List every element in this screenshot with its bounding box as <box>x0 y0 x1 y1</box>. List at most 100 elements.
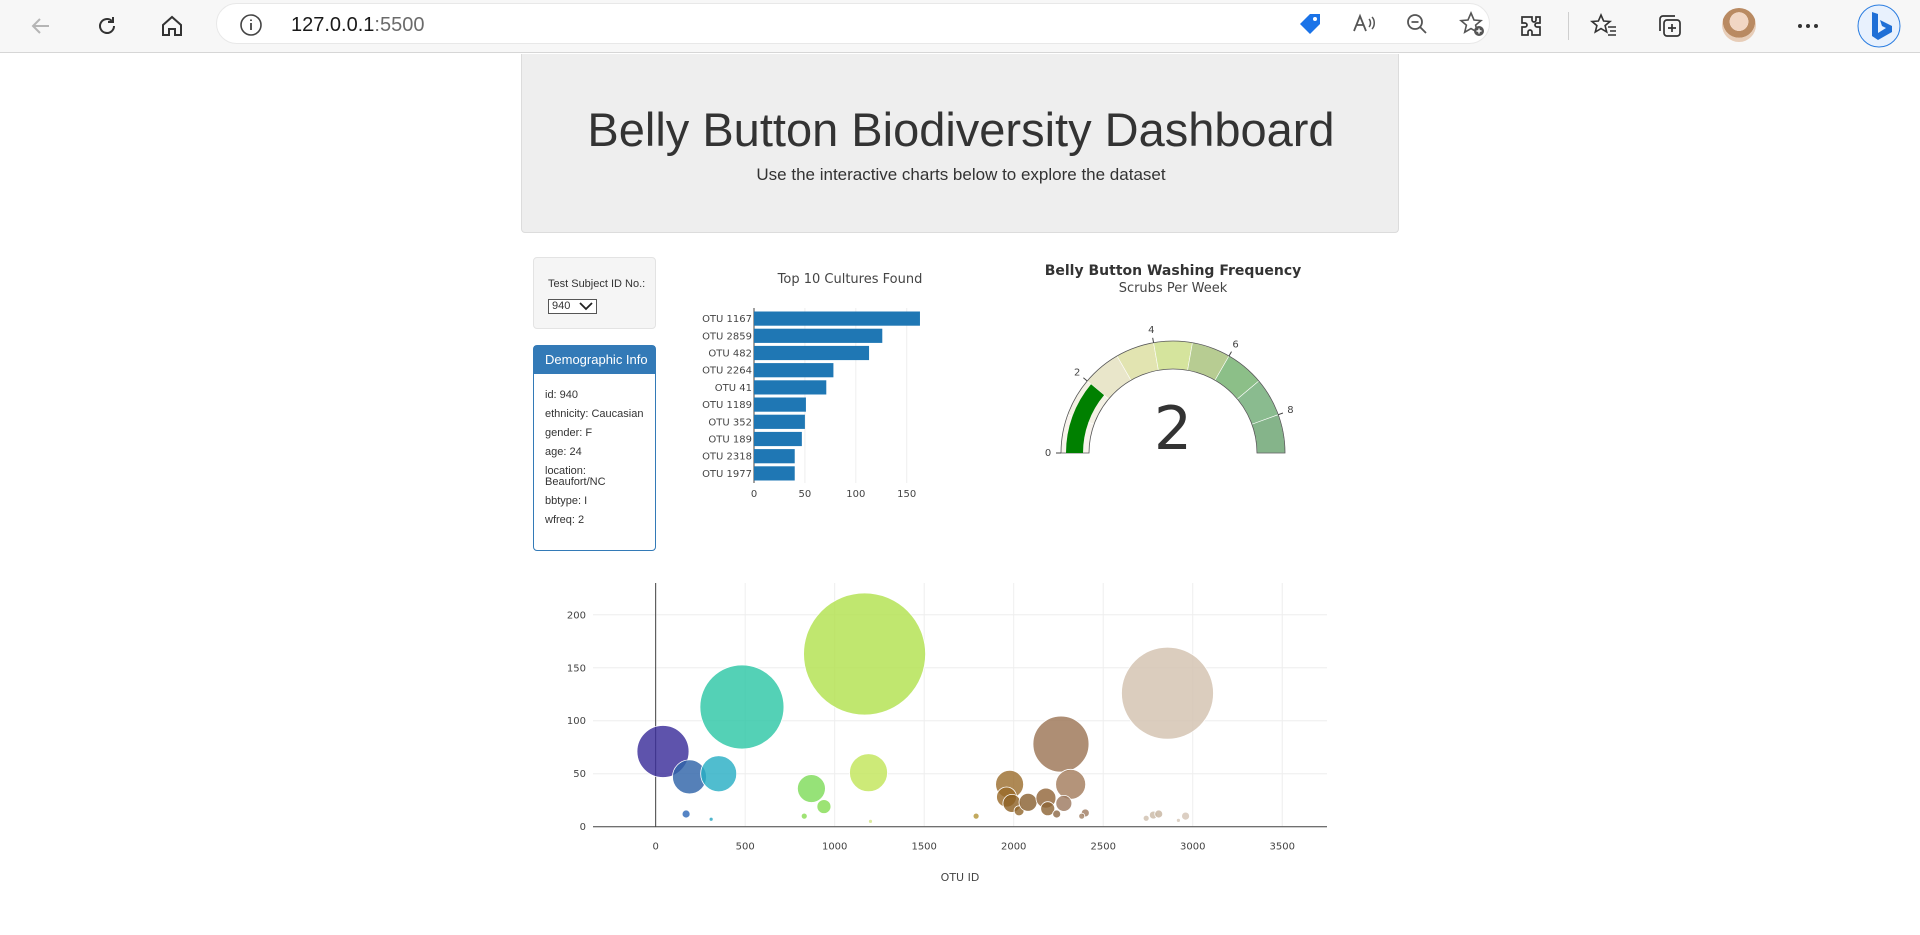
bar-category-label: OTU 2264 <box>702 366 752 377</box>
gauge-tick <box>1278 412 1284 416</box>
gauge-band <box>1153 340 1193 371</box>
back-button[interactable] <box>22 7 60 45</box>
bubble-y-tick-label: 100 <box>567 716 586 727</box>
bubble-y-tick-label: 200 <box>567 610 586 621</box>
bubble-x-tick-label: 2000 <box>1001 842 1026 853</box>
bubble <box>1032 715 1090 773</box>
address-bar[interactable]: 127.0.0.1:5500 <box>216 3 1490 44</box>
browser-toolbar: 127.0.0.1:5500 <box>0 0 1920 53</box>
collections-button[interactable] <box>1651 7 1689 45</box>
zoom-out-button[interactable] <box>1398 5 1436 43</box>
favorites-icon <box>1590 12 1616 36</box>
gauge-tick <box>1083 377 1088 382</box>
bar-chart-title: Top 10 Cultures Found <box>777 272 923 287</box>
bar <box>754 345 870 361</box>
demographic-panel: Demographic Info id: 940 ethnicity: Cauc… <box>533 345 656 551</box>
bubble <box>1055 768 1087 800</box>
bar-category-label: OTU 189 <box>708 435 752 446</box>
demo-ethnicity: ethnicity: Caucasian <box>545 408 644 420</box>
gauge-tick <box>1228 351 1232 357</box>
bubble-x-tick-label: 1000 <box>822 842 847 853</box>
subject-id-label: Test Subject ID No.: <box>548 278 646 290</box>
extensions-button[interactable] <box>1512 7 1550 45</box>
more-button[interactable] <box>1789 7 1827 45</box>
gauge-chart[interactable]: Belly Button Washing Frequency Scrubs Per… <box>1030 255 1320 470</box>
bing-button[interactable] <box>1855 2 1903 50</box>
bar-category-label: OTU 2318 <box>702 452 752 463</box>
demographic-title: Demographic Info <box>534 346 655 374</box>
subject-id-value: 940 <box>552 300 571 312</box>
bubble <box>849 753 888 793</box>
add-favorite-icon <box>1459 10 1484 36</box>
bubble-y-tick-label: 150 <box>567 663 586 674</box>
bubble <box>699 664 785 750</box>
zoom-out-icon <box>1407 14 1427 34</box>
tag-button[interactable] <box>1291 5 1329 43</box>
bubble-x-axis-label: OTU ID <box>941 871 980 884</box>
bar <box>754 380 827 395</box>
bubble <box>708 816 714 822</box>
bar-category-label: OTU 1189 <box>702 400 752 411</box>
bar-category-label: OTU 41 <box>715 383 752 394</box>
bubble <box>1121 646 1214 740</box>
bubble-x-tick-label: 500 <box>736 842 755 853</box>
bar <box>754 311 920 326</box>
gauge-tick-label: 8 <box>1287 405 1293 416</box>
bar-chart[interactable]: Top 10 Cultures Found 0 50 100 150 OTU 1167 OT… <box>690 258 980 508</box>
bar <box>754 466 795 481</box>
bubble-x-tick-label: 1500 <box>911 842 936 853</box>
favorites-button[interactable] <box>1585 7 1623 45</box>
jumbotron: Belly Button Biodiversity Dashboard Use … <box>521 54 1399 233</box>
page-title: Belly Button Biodiversity Dashboard <box>587 103 1335 156</box>
bubble <box>797 774 826 803</box>
bar-category-label: OTU 2859 <box>702 331 752 342</box>
bubble <box>868 819 873 824</box>
bubble-chart[interactable]: 0 500 1000 1500 2000 2500 3000 3500 0 50 100 150 200… <box>540 565 1340 895</box>
bar <box>754 328 883 343</box>
page-subtitle: Use the interactive charts below to expl… <box>756 165 1166 184</box>
read-aloud-button[interactable] <box>1345 5 1383 43</box>
gauge-subtitle: Scrubs Per Week <box>1119 281 1228 296</box>
bubble-x-tick-label: 3000 <box>1180 842 1205 853</box>
refresh-icon <box>99 17 115 34</box>
bar-category-label: OTU 352 <box>708 417 752 428</box>
gauge-tick-label: 2 <box>1074 368 1080 379</box>
url-text[interactable]: 127.0.0.1:5500 <box>291 14 424 37</box>
bubble <box>681 809 691 819</box>
bubble <box>700 755 738 793</box>
demographic-body: id: 940 ethnicity: Caucasian gender: F a… <box>534 374 655 526</box>
bubble <box>800 812 808 820</box>
bar <box>754 449 795 464</box>
read-aloud-icon <box>1353 13 1375 32</box>
home-button[interactable] <box>153 7 191 45</box>
url-port: :5500 <box>374 14 425 36</box>
demo-age: age: 24 <box>545 446 582 458</box>
bubble <box>816 799 832 814</box>
gauge-tick-label: 4 <box>1148 325 1154 336</box>
back-icon <box>31 18 49 34</box>
bubble-y-tick-label: 0 <box>580 822 586 833</box>
avatar[interactable] <box>1722 8 1756 42</box>
bar-x-tick-label: 50 <box>799 489 812 500</box>
tag-icon <box>1300 14 1320 34</box>
demo-id: id: 940 <box>545 389 579 401</box>
gauge-tick-label: 6 <box>1232 340 1238 351</box>
bar-x-tick-label: 150 <box>897 489 916 500</box>
bar-x-tick-label: 100 <box>846 489 865 500</box>
url-host: 127.0.0.1 <box>291 14 375 36</box>
extensions-icon <box>1521 16 1541 36</box>
more-icon <box>1798 24 1818 28</box>
gauge-value: 2 <box>1154 394 1192 464</box>
demo-wfreq: wfreq: 2 <box>545 514 585 526</box>
demo-bbtype: bbtype: I <box>545 495 588 507</box>
refresh-button[interactable] <box>88 7 126 45</box>
add-favorite-button[interactable] <box>1453 5 1491 43</box>
bing-icon <box>1857 4 1901 48</box>
bubble-x-tick-label: 2500 <box>1090 842 1115 853</box>
bubble-x-tick-label: 3500 <box>1270 842 1295 853</box>
subject-id-select[interactable]: 940 <box>548 299 597 314</box>
info-icon[interactable] <box>239 13 263 37</box>
gauge-tick-label: 0 <box>1045 448 1051 459</box>
bubble <box>1055 794 1073 812</box>
subject-selector-panel: Test Subject ID No.: 940 <box>533 257 656 329</box>
